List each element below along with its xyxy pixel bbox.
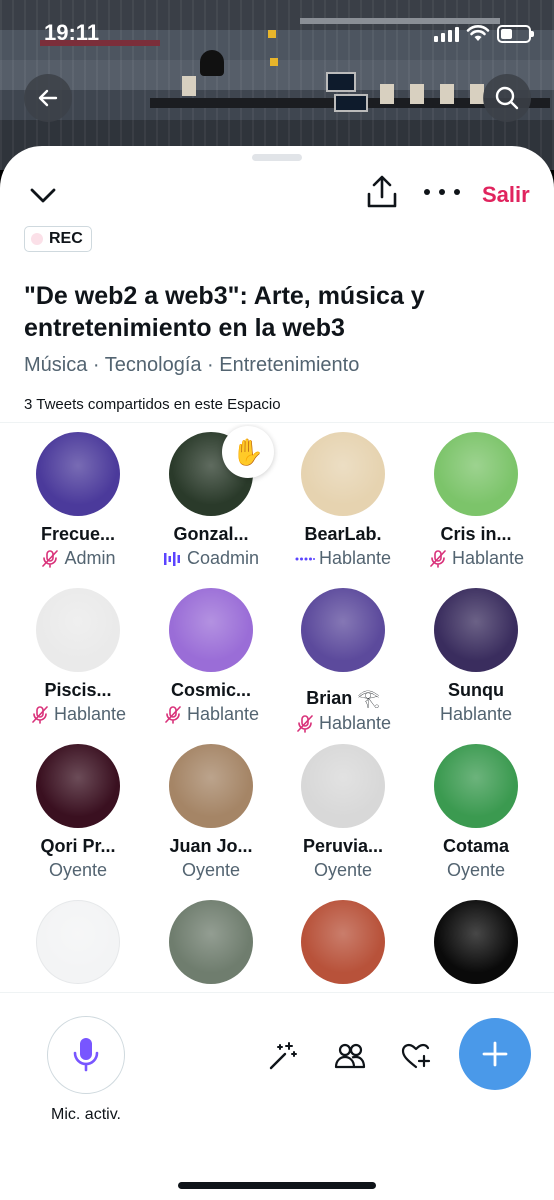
avatar (169, 588, 253, 672)
avatar (36, 744, 120, 828)
mic-muted-icon (297, 714, 313, 733)
wifi-icon (466, 25, 490, 41)
avatar (434, 744, 518, 828)
avatar (36, 432, 120, 516)
avatar (169, 900, 253, 984)
participant-name: Frecue... (40, 524, 116, 544)
participant-name: Gonzal... (173, 524, 249, 544)
space-title: "De web2 a web3": Arte, música y entrete… (24, 282, 425, 342)
participant[interactable]: Cris in... Hablante (410, 432, 542, 569)
avatar (36, 900, 120, 984)
plus-icon (482, 1041, 508, 1067)
mic-muted-icon (430, 549, 446, 568)
participant[interactable]: Juan Jo... Oyente (145, 744, 277, 881)
participant-role: Hablante (277, 548, 409, 569)
participant-name: Brian 𓂀 (306, 688, 380, 708)
participant-role: Hablante (145, 704, 277, 725)
participant[interactable]: BearLab. Hablante (277, 432, 409, 569)
participant-name: Qori Pr... (40, 836, 116, 856)
participant[interactable]: Cosmic... Hablante (145, 588, 277, 725)
recording-dot-icon (31, 233, 43, 245)
avatar (434, 588, 518, 672)
participant[interactable]: Brian 𓂀 Hablante (277, 588, 409, 734)
leave-button[interactable]: Salir (482, 182, 530, 208)
participant-name: Sunqu (448, 680, 504, 700)
recording-badge: REC (24, 226, 92, 252)
participant[interactable] (410, 900, 542, 984)
mic-muted-icon (42, 549, 59, 568)
participant-role: Admin (12, 548, 144, 569)
participant[interactable]: Piscis... Hablante (12, 588, 144, 725)
participant-name: Piscis... (44, 680, 112, 700)
participant-role: Oyente (48, 860, 108, 880)
divider (0, 422, 554, 423)
microphone-button[interactable] (47, 1016, 125, 1094)
avatar (301, 744, 385, 828)
share-icon[interactable] (364, 174, 400, 210)
participant[interactable]: Sunqu Hablante (410, 588, 542, 725)
space-sheet: Salir REC "De web2 a web3": Arte, música… (0, 146, 554, 1200)
eye-icon: 𓂀 (357, 688, 380, 708)
divider (0, 992, 554, 993)
arrow-left-icon (38, 89, 58, 107)
participant-role: Hablante (439, 704, 513, 724)
mic-muted-icon (165, 705, 181, 724)
status-bar: 19:11 (0, 18, 554, 52)
sheet-grabber[interactable] (252, 154, 302, 161)
speaking-bars-icon (163, 551, 180, 566)
more-options-icon[interactable] (424, 182, 460, 202)
participant-name: Cris in... (440, 524, 512, 544)
mic-muted-icon (32, 705, 48, 724)
participant-role: Coadmin (145, 548, 277, 569)
avatar (36, 588, 120, 672)
battery-icon (497, 25, 534, 43)
participant-role: Hablante (12, 704, 144, 725)
participant-role: Hablante (277, 713, 409, 734)
participants-grid: Frecue... Admin Gonzal... Coadmin ✋ Bear… (0, 424, 554, 992)
participant[interactable]: Qori Pr... Oyente (12, 744, 144, 881)
compose-button[interactable] (459, 1018, 531, 1090)
speaking-dots-icon (295, 557, 315, 560)
avatar (301, 900, 385, 984)
participant-name: Juan Jo... (169, 836, 253, 856)
participant[interactable]: Peruvia... Oyente (277, 744, 409, 881)
shared-tweets-link[interactable]: 3 Tweets compartidos en este Espacio (24, 396, 281, 413)
microphone-label: Mic. activ. (51, 1106, 121, 1123)
avatar (169, 744, 253, 828)
participant[interactable]: Cotama Oyente (410, 744, 542, 881)
participant-role: Oyente (313, 860, 373, 880)
space-topics[interactable]: Música · Tecnología · Entretenimiento (24, 354, 359, 377)
back-button[interactable] (24, 74, 72, 122)
search-icon (495, 86, 519, 110)
participant[interactable]: Frecue... Admin (12, 432, 144, 569)
participant-role: Hablante (410, 548, 542, 569)
chevron-down-icon[interactable] (28, 180, 58, 210)
participant-role: Oyente (446, 860, 506, 880)
home-indicator[interactable] (178, 1182, 376, 1189)
heart-plus-icon[interactable] (400, 1040, 432, 1072)
participant[interactable]: Gonzal... Coadmin ✋ (145, 426, 277, 569)
participant[interactable] (277, 900, 409, 984)
search-button[interactable] (483, 74, 531, 122)
participant-name: Cosmic... (170, 680, 252, 700)
participant-name: BearLab. (304, 524, 382, 544)
magic-wand-icon[interactable] (267, 1040, 299, 1072)
raised-hand-icon: ✋ (222, 426, 274, 478)
recording-label: REC (49, 230, 83, 247)
participant[interactable] (12, 900, 144, 984)
microphone-icon (73, 1038, 99, 1072)
signal-icon (434, 26, 459, 42)
status-time: 19:11 (44, 20, 100, 45)
participant-name: Cotama (442, 836, 509, 856)
avatar (434, 432, 518, 516)
participant-role: Oyente (181, 860, 241, 880)
avatar (301, 588, 385, 672)
avatar (434, 900, 518, 984)
participant-name: Peruvia... (302, 836, 384, 856)
avatar (301, 432, 385, 516)
participant[interactable] (145, 900, 277, 984)
people-icon[interactable] (334, 1040, 366, 1072)
